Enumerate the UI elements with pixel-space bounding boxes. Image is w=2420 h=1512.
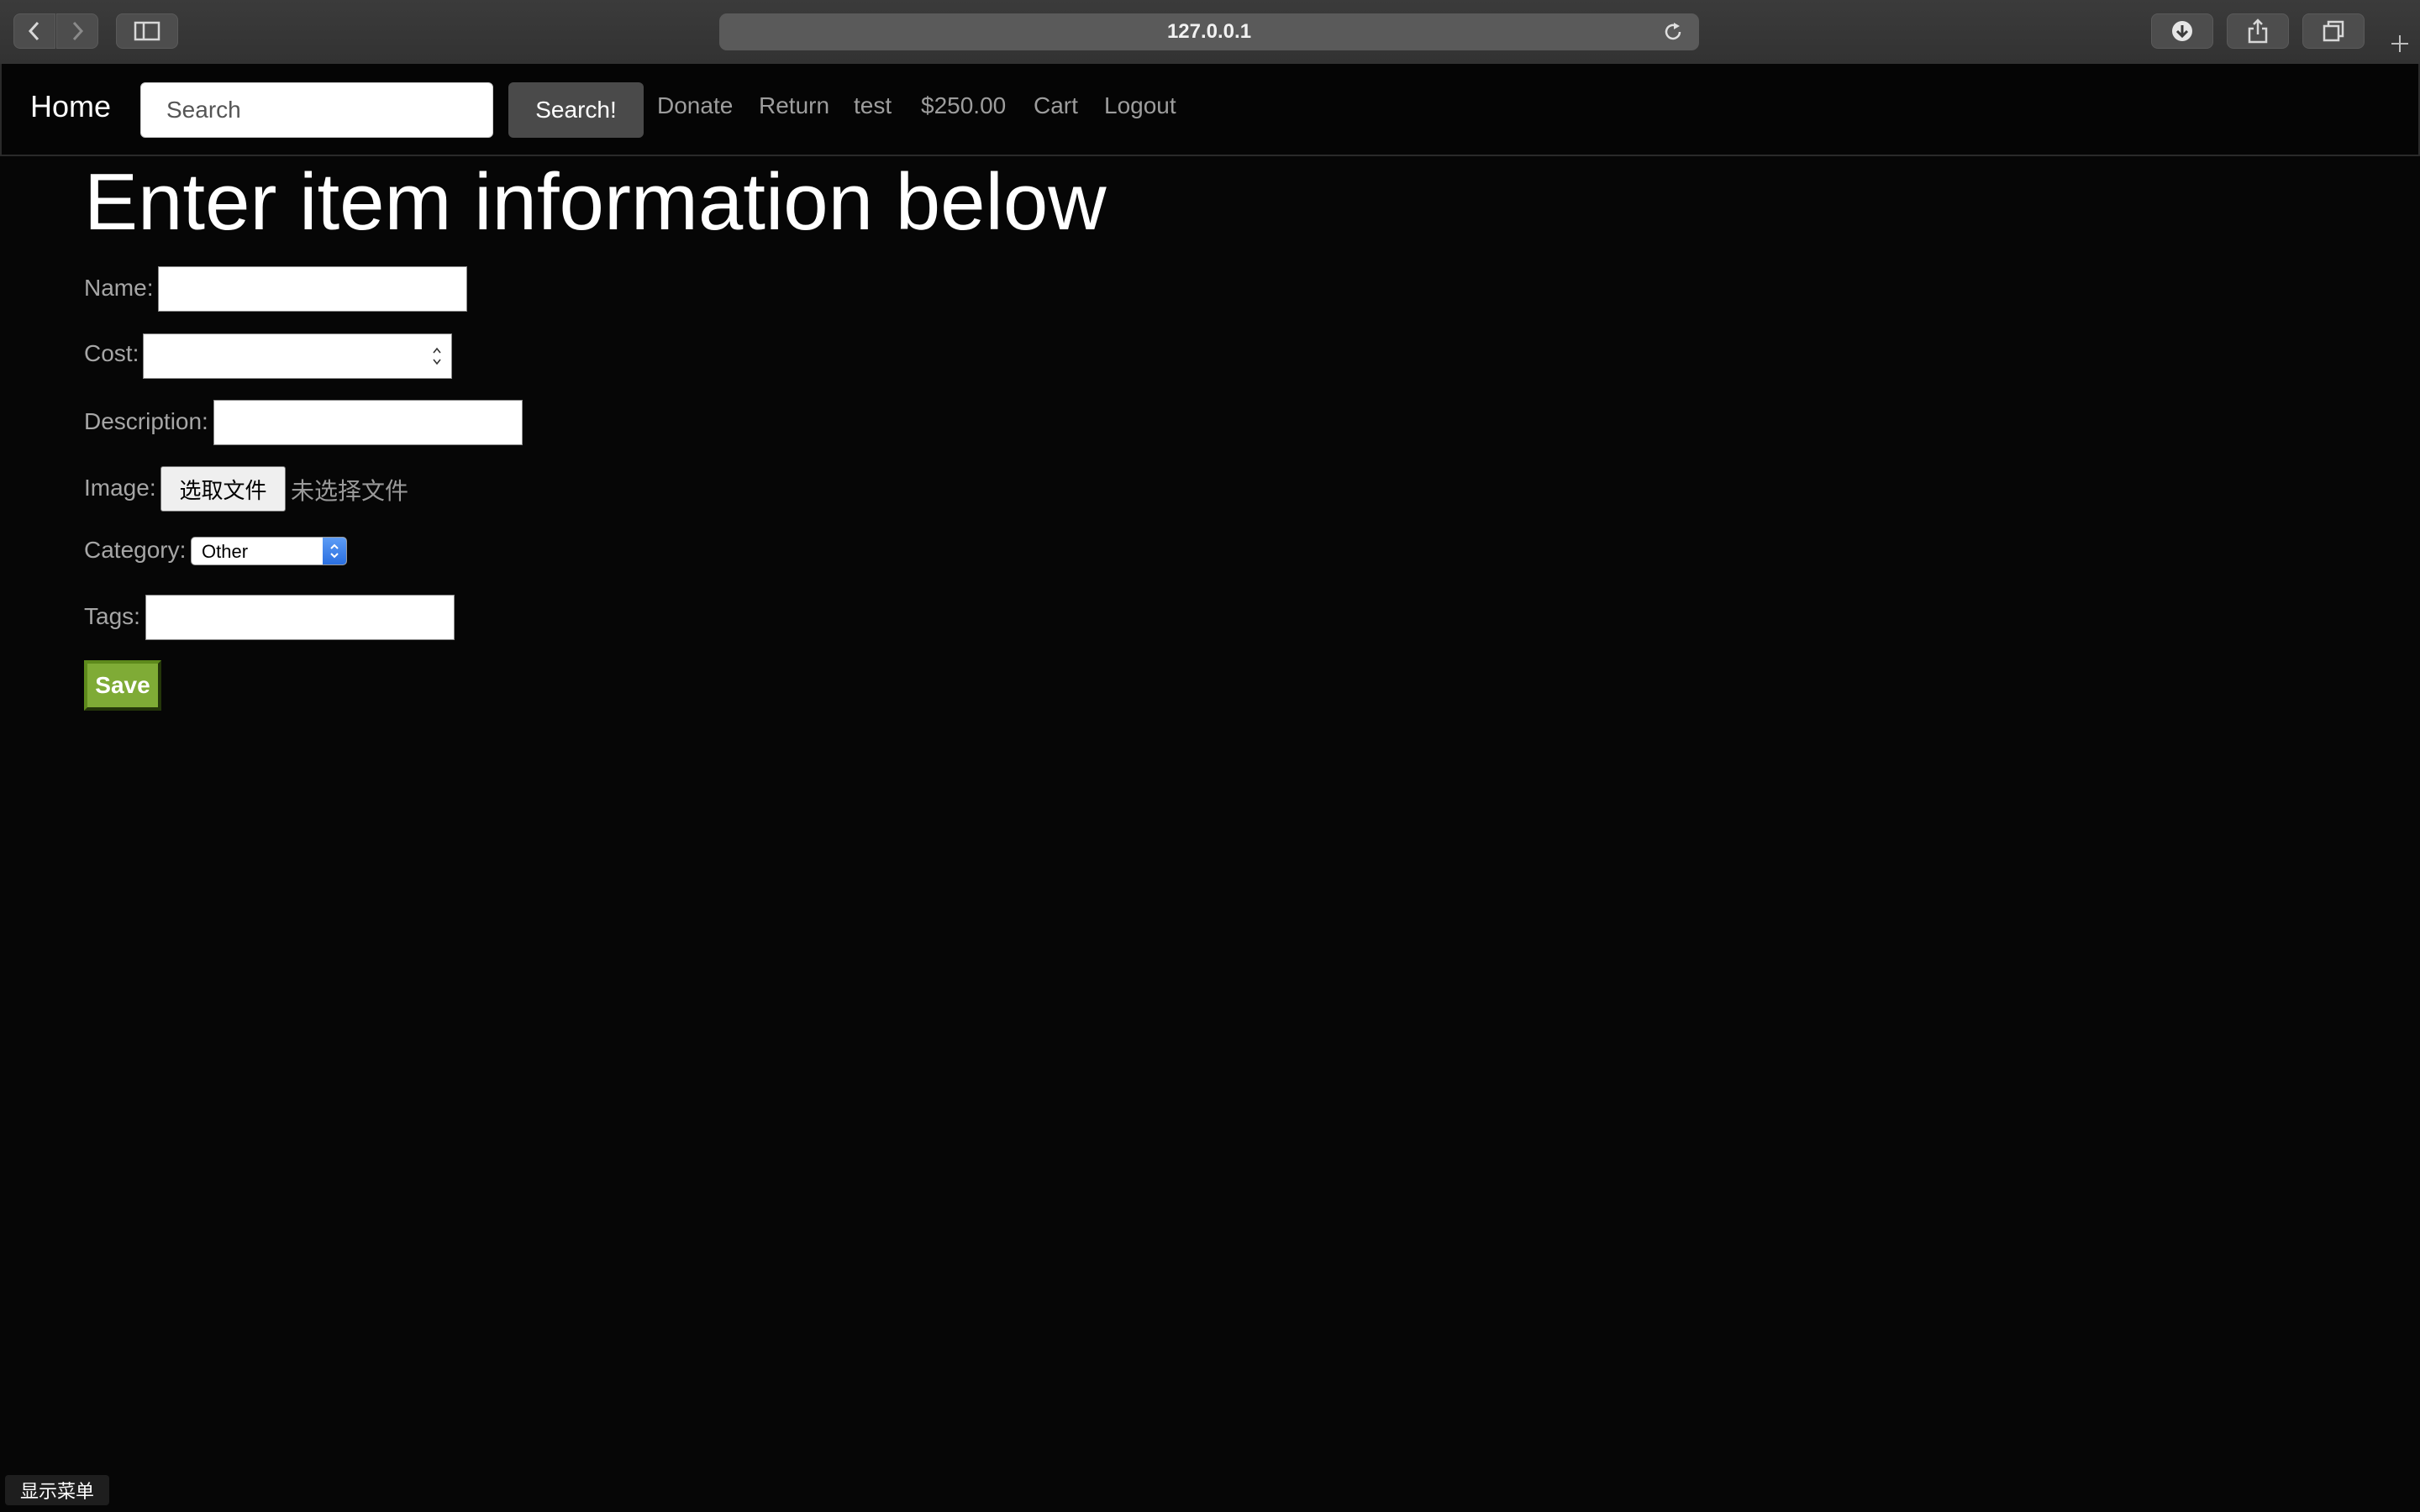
choose-file-button[interactable]: 选取文件 xyxy=(160,466,286,512)
nav-link-return[interactable]: Return xyxy=(759,92,829,119)
name-field[interactable] xyxy=(158,266,467,312)
description-field[interactable] xyxy=(213,400,523,445)
share-button[interactable] xyxy=(2227,13,2289,49)
browser-toolbar: 127.0.0.1 xyxy=(0,0,2420,66)
tab-overview-button[interactable] xyxy=(2302,13,2365,49)
address-bar[interactable]: 127.0.0.1 xyxy=(719,13,1699,50)
downloads-button[interactable] xyxy=(2151,13,2213,49)
category-select[interactable]: Other xyxy=(191,537,347,565)
forward-button[interactable] xyxy=(56,13,98,49)
back-button[interactable] xyxy=(13,13,55,49)
cost-label: Cost: xyxy=(84,340,139,366)
search-button[interactable]: Search! xyxy=(508,82,644,138)
save-button[interactable]: Save xyxy=(84,660,161,711)
site-navbar: Home Search! Donate Return test $250.00 … xyxy=(0,64,2420,156)
tabs-icon xyxy=(2323,20,2344,42)
home-link[interactable]: Home xyxy=(30,89,111,124)
tags-field[interactable] xyxy=(145,595,455,640)
no-file-chosen-text: 未选择文件 xyxy=(291,477,409,505)
sidebar-toggle-button[interactable] xyxy=(116,13,178,49)
chevron-right-icon xyxy=(72,21,84,41)
search-input[interactable] xyxy=(140,82,493,138)
download-icon xyxy=(2172,21,2192,41)
name-label: Name: xyxy=(84,275,154,301)
show-menu-button[interactable]: 显示菜单 xyxy=(5,1475,109,1505)
image-label: Image: xyxy=(84,475,156,501)
plus-icon xyxy=(2391,35,2408,52)
share-icon xyxy=(2248,18,2268,44)
nav-link-cart[interactable]: Cart xyxy=(1034,92,1078,119)
category-label: Category: xyxy=(84,537,187,563)
cost-field[interactable] xyxy=(143,333,452,379)
select-arrows-icon xyxy=(323,538,346,564)
new-tab-button[interactable] xyxy=(2380,24,2420,64)
reload-icon[interactable] xyxy=(1662,21,1684,43)
description-label: Description: xyxy=(84,408,208,434)
sidebar-icon xyxy=(134,21,160,41)
nav-link-username[interactable]: test xyxy=(854,92,892,119)
nav-link-balance[interactable]: $250.00 xyxy=(921,92,1006,119)
address-url: 127.0.0.1 xyxy=(1166,20,1252,43)
chevron-left-icon xyxy=(28,21,39,41)
tags-label: Tags: xyxy=(84,603,140,629)
page-title: Enter item information below xyxy=(84,157,1107,247)
category-selected-value: Other xyxy=(202,541,249,562)
number-stepper-icon[interactable] xyxy=(429,341,445,371)
nav-link-logout[interactable]: Logout xyxy=(1104,92,1176,119)
nav-link-donate[interactable]: Donate xyxy=(657,92,733,119)
